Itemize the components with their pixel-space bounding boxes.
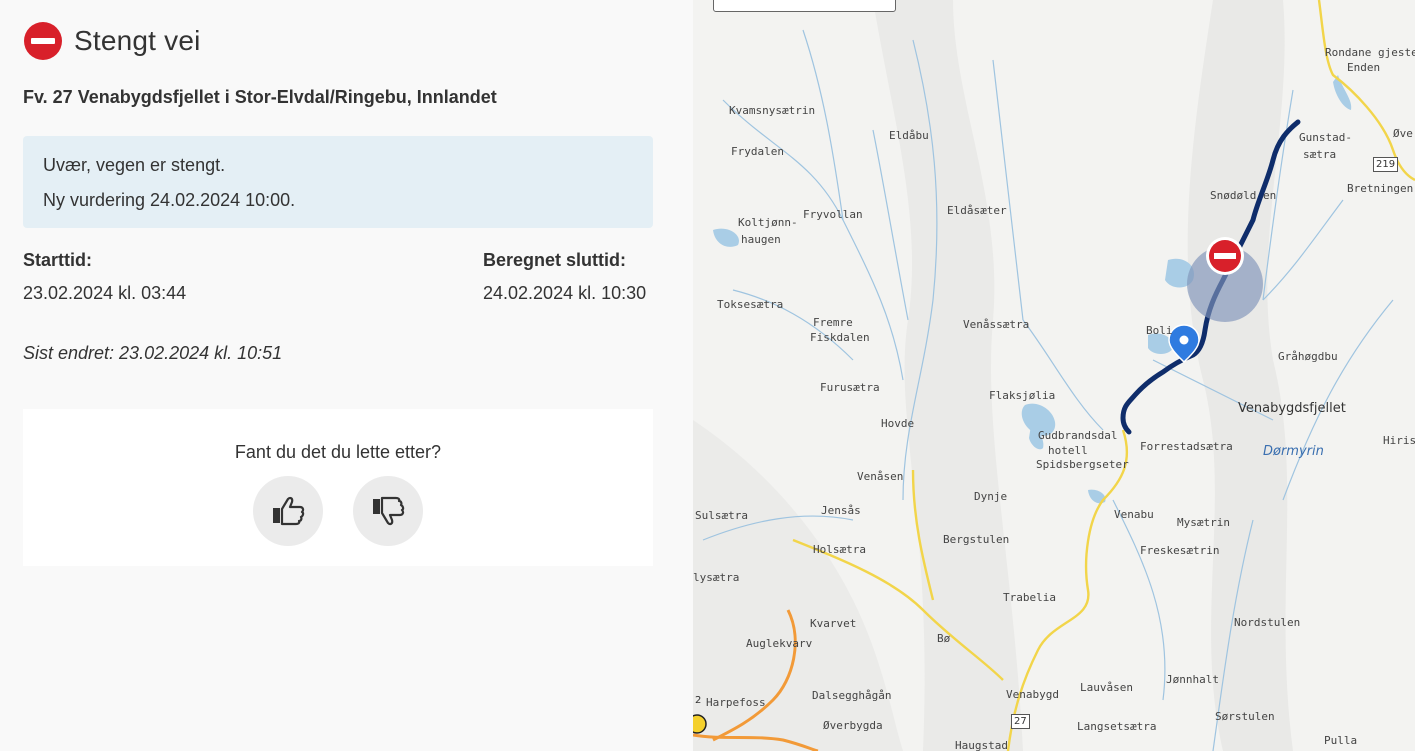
location-pin-icon[interactable] (1169, 324, 1199, 364)
start-time-value: 23.02.2024 kl. 03:44 (23, 283, 187, 303)
place-label: Freskesætrin (1140, 544, 1220, 557)
place-label: Fryvollan (803, 208, 863, 221)
place-label: Øverbygda (823, 719, 883, 732)
place-label: Trabelia (1003, 591, 1056, 604)
place-label: Forrestadsætra (1140, 440, 1233, 453)
title-row: Stengt vei (24, 22, 201, 60)
thumbs-down-button[interactable] (353, 476, 423, 546)
place-label: Bretningen (1347, 182, 1414, 195)
place-label: Kvarvet (810, 617, 857, 630)
thumbs-up-icon (273, 496, 305, 526)
place-label: Jensås (821, 504, 861, 517)
route-shield: 27 (1011, 714, 1030, 729)
place-label: Hirisj (1383, 434, 1415, 447)
place-label: Sulsætra (695, 509, 748, 522)
place-label: Haugstad (955, 739, 1008, 751)
place-label: Venabygdsfjellet (1238, 401, 1346, 416)
place-label: lysætra (693, 571, 740, 584)
place-label: Pulla (1324, 734, 1358, 747)
road-closed-marker[interactable] (1205, 236, 1245, 276)
place-label: Øve (1393, 127, 1413, 140)
details-panel: Stengt vei Fv. 27 Venabygdsfjellet i Sto… (0, 0, 693, 751)
route-shield: 219 (1373, 157, 1399, 172)
place-label: Holsætra (813, 543, 866, 556)
place-label: Auglekvarv (746, 637, 813, 650)
place-label: Snødøld en (1210, 189, 1277, 202)
place-label: Lauvåsen (1080, 681, 1133, 694)
message-box: Uvær, vegen er stengt. Ny vurdering 24.0… (23, 136, 653, 228)
last-changed: Sist endret: 23.02.2024 kl. 10:51 (23, 343, 283, 363)
place-label: Kvamsnysætrin (729, 104, 816, 117)
map-search-box[interactable] (713, 0, 896, 12)
map-view[interactable]: Rondane gjeste Enden Kvamsnysætrin Eldåb… (693, 0, 1415, 751)
place-label: Dørmyrin (1263, 444, 1324, 459)
page-title: Stengt vei (74, 25, 201, 56)
place-label: Mysætrin (1177, 516, 1230, 529)
place-label: Koltjønn- (738, 216, 798, 229)
place-label: Dalsegghågån (812, 689, 892, 702)
place-label: Furusætra (820, 381, 880, 394)
feedback-question: Fant du det du lette etter? (234, 442, 442, 462)
place-label: Venabu (1114, 508, 1154, 521)
place-label: Toksesætra (717, 298, 784, 311)
place-label: Gudbrandsdal (1038, 429, 1118, 442)
place-label: Venåssætra (963, 318, 1030, 331)
place-label: Harpefoss (706, 696, 766, 709)
end-time-value: 24.02.2024 kl. 10:30 (483, 283, 647, 303)
place-label: sætra (1303, 148, 1337, 161)
feedback-box: Fant du det du lette etter? (23, 409, 653, 566)
no-entry-icon (24, 22, 62, 60)
place-label: haugen (741, 233, 781, 246)
place-label: Hovde (881, 417, 915, 430)
place-label: Venåsen (857, 470, 904, 483)
place-label: Bergstulen (943, 533, 1010, 546)
place-label: Fiskdalen (810, 331, 870, 344)
place-label: Eldåbu (889, 129, 929, 142)
place-label: Bø (937, 632, 951, 645)
message-line-2: Ny vurdering 24.02.2024 10:00. (43, 190, 296, 210)
place-label: Sørstulen (1215, 710, 1275, 723)
place-label: Gunstad- (1299, 131, 1352, 144)
place-label: Gråhøgdbu (1278, 350, 1338, 363)
place-label: Venabygd (1006, 688, 1059, 701)
place-label: hotell (1048, 444, 1088, 457)
road-name: Fv. 27 Venabygdsfjellet i Stor-Elvdal/Ri… (23, 87, 497, 107)
start-time-label: Starttid: (23, 250, 92, 270)
place-label: Frydalen (731, 145, 784, 158)
place-label: Flaksjølia (989, 389, 1056, 402)
place-label: Enden (1347, 61, 1381, 74)
message-line-1: Uvær, vegen er stengt. (43, 155, 226, 175)
place-label: Nordstulen (1234, 616, 1301, 629)
place-label: Fremre (813, 316, 853, 329)
thumbs-up-button[interactable] (253, 476, 323, 546)
place-label: Langsetsætra (1077, 720, 1157, 733)
end-time-label: Beregnet sluttid: (483, 250, 627, 270)
place-label: Dynje (974, 490, 1008, 503)
place-label: Spidsbergseter (1036, 458, 1129, 471)
thumbs-down-icon (373, 496, 405, 526)
place-label: Eldåsæter (947, 204, 1007, 217)
route-shield: 2 (695, 695, 702, 706)
place-label: Jønnhalt (1166, 673, 1219, 686)
place-label: Rondane gjeste (1325, 46, 1415, 59)
